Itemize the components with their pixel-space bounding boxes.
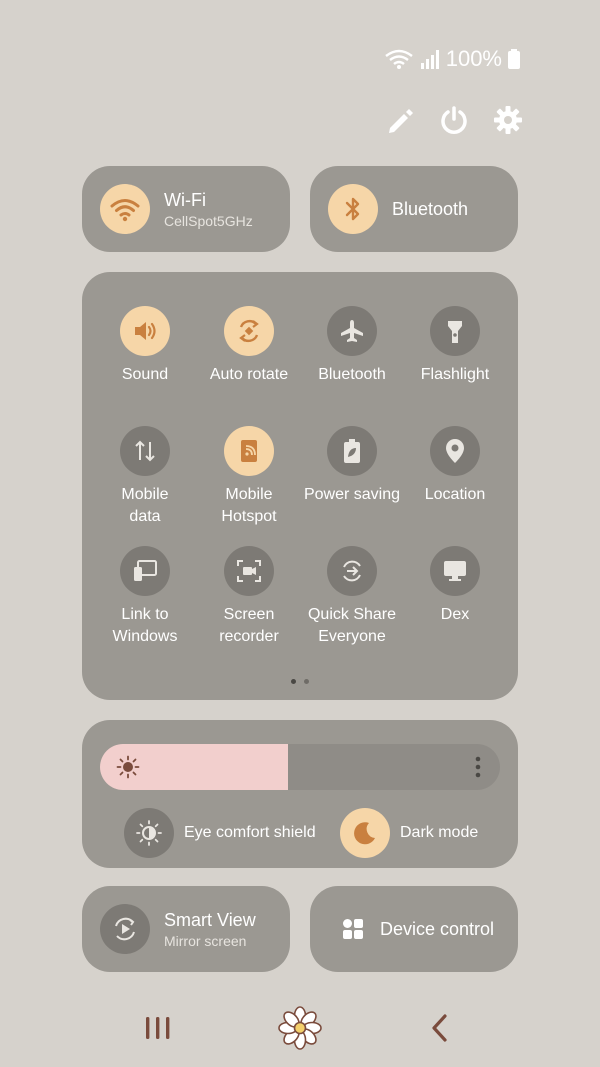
dark-mode-label: Dark mode — [400, 824, 478, 841]
rotate-icon — [224, 306, 274, 356]
status-bar: 100% — [384, 46, 520, 72]
eye-comfort-toggle[interactable]: Eye comfort shield — [124, 808, 316, 858]
tile-label: Dex — [440, 606, 470, 623]
tile-screen-recorder[interactable]: Screen recorder — [197, 546, 301, 648]
battery-text: 100% — [445, 46, 502, 71]
bluetooth-title: Bluetooth — [392, 198, 469, 219]
bluetooth-icon — [328, 184, 378, 234]
dark-mode-toggle[interactable]: Dark mode — [340, 808, 478, 858]
tile-label: Mobile data — [121, 486, 169, 525]
wifi-title: Wi-Fi — [164, 189, 206, 210]
flashlight-icon — [430, 306, 480, 356]
smart-view-icon — [100, 904, 150, 954]
smart-view-tile[interactable]: Smart View Mirror screen — [82, 886, 290, 972]
wifi-signal-icon — [384, 48, 414, 70]
tile-link-to-windows[interactable]: Link to Windows — [93, 546, 197, 648]
quick-settings-grid: Sound Auto rotate Bluetooth Flashlight M… — [82, 272, 518, 700]
tile-label: Location — [424, 486, 486, 503]
dex-icon — [430, 546, 480, 596]
wifi-network-name: CellSpot5GHz — [164, 212, 253, 229]
gear-icon[interactable] — [492, 104, 524, 136]
airplane-icon — [327, 306, 377, 356]
sun-icon — [116, 755, 140, 784]
tile-power-saving[interactable]: Power saving — [300, 426, 404, 506]
battery-leaf-icon — [327, 426, 377, 476]
back-icon[interactable] — [424, 1008, 454, 1048]
brightness-slider[interactable] — [100, 744, 500, 790]
location-pin-icon — [430, 426, 480, 476]
device-control-title: Device control — [380, 918, 495, 939]
screen-recorder-icon — [224, 546, 274, 596]
tile-label: Screen recorder — [219, 606, 279, 645]
home-flower-icon[interactable] — [276, 1004, 324, 1052]
tile-airplane-mode[interactable]: Bluetooth — [300, 306, 404, 386]
tile-sound[interactable]: Sound — [93, 306, 197, 386]
tile-auto-rotate[interactable]: Auto rotate — [197, 306, 301, 386]
brightness-card: Eye comfort shield Dark mode — [82, 720, 518, 868]
tile-label: Link to Windows — [112, 606, 178, 645]
tile-label: Power saving — [303, 486, 401, 503]
wifi-tile[interactable]: Wi-Fi CellSpot5GHz — [82, 166, 290, 252]
smart-view-title: Smart View — [164, 909, 256, 930]
moon-icon — [340, 808, 390, 858]
battery-icon — [508, 49, 520, 69]
tile-dex[interactable]: Dex — [403, 546, 507, 626]
page-dot[interactable] — [304, 679, 309, 684]
more-options-icon[interactable] — [474, 755, 482, 784]
hotspot-icon — [224, 426, 274, 476]
tile-label: Flashlight — [420, 366, 490, 383]
panel-toolbar — [384, 104, 524, 136]
wifi-icon — [100, 184, 150, 234]
smart-view-subtitle: Mirror screen — [164, 932, 247, 949]
cell-signal-icon — [420, 49, 440, 69]
link-windows-icon — [120, 546, 170, 596]
tile-label: Quick Share Everyone — [307, 606, 397, 645]
tile-quick-share[interactable]: Quick Share Everyone — [300, 546, 404, 648]
tile-location[interactable]: Location — [403, 426, 507, 506]
device-control-tile[interactable]: Device control — [310, 886, 518, 972]
eye-comfort-icon — [124, 808, 174, 858]
eye-comfort-label: Eye comfort shield — [184, 824, 316, 841]
tile-mobile-hotspot[interactable]: Mobile Hotspot — [197, 426, 301, 528]
page-indicator — [82, 679, 518, 684]
pencil-icon[interactable] — [384, 104, 416, 136]
navigation-bar — [0, 1006, 600, 1050]
tile-label: Sound — [121, 366, 169, 383]
speaker-icon — [120, 306, 170, 356]
recent-apps-icon[interactable] — [140, 1008, 176, 1048]
data-arrows-icon — [120, 426, 170, 476]
page-dot-active[interactable] — [291, 679, 296, 684]
tile-flashlight[interactable]: Flashlight — [403, 306, 507, 386]
power-icon[interactable] — [438, 104, 470, 136]
device-control-icon — [342, 918, 364, 940]
tile-label: Bluetooth — [318, 366, 386, 383]
quick-share-icon — [327, 546, 377, 596]
bluetooth-tile[interactable]: Bluetooth — [310, 166, 518, 252]
tile-label: Mobile Hotspot — [221, 486, 277, 525]
tile-label: Auto rotate — [209, 366, 289, 383]
tile-mobile-data[interactable]: Mobile data — [93, 426, 197, 528]
